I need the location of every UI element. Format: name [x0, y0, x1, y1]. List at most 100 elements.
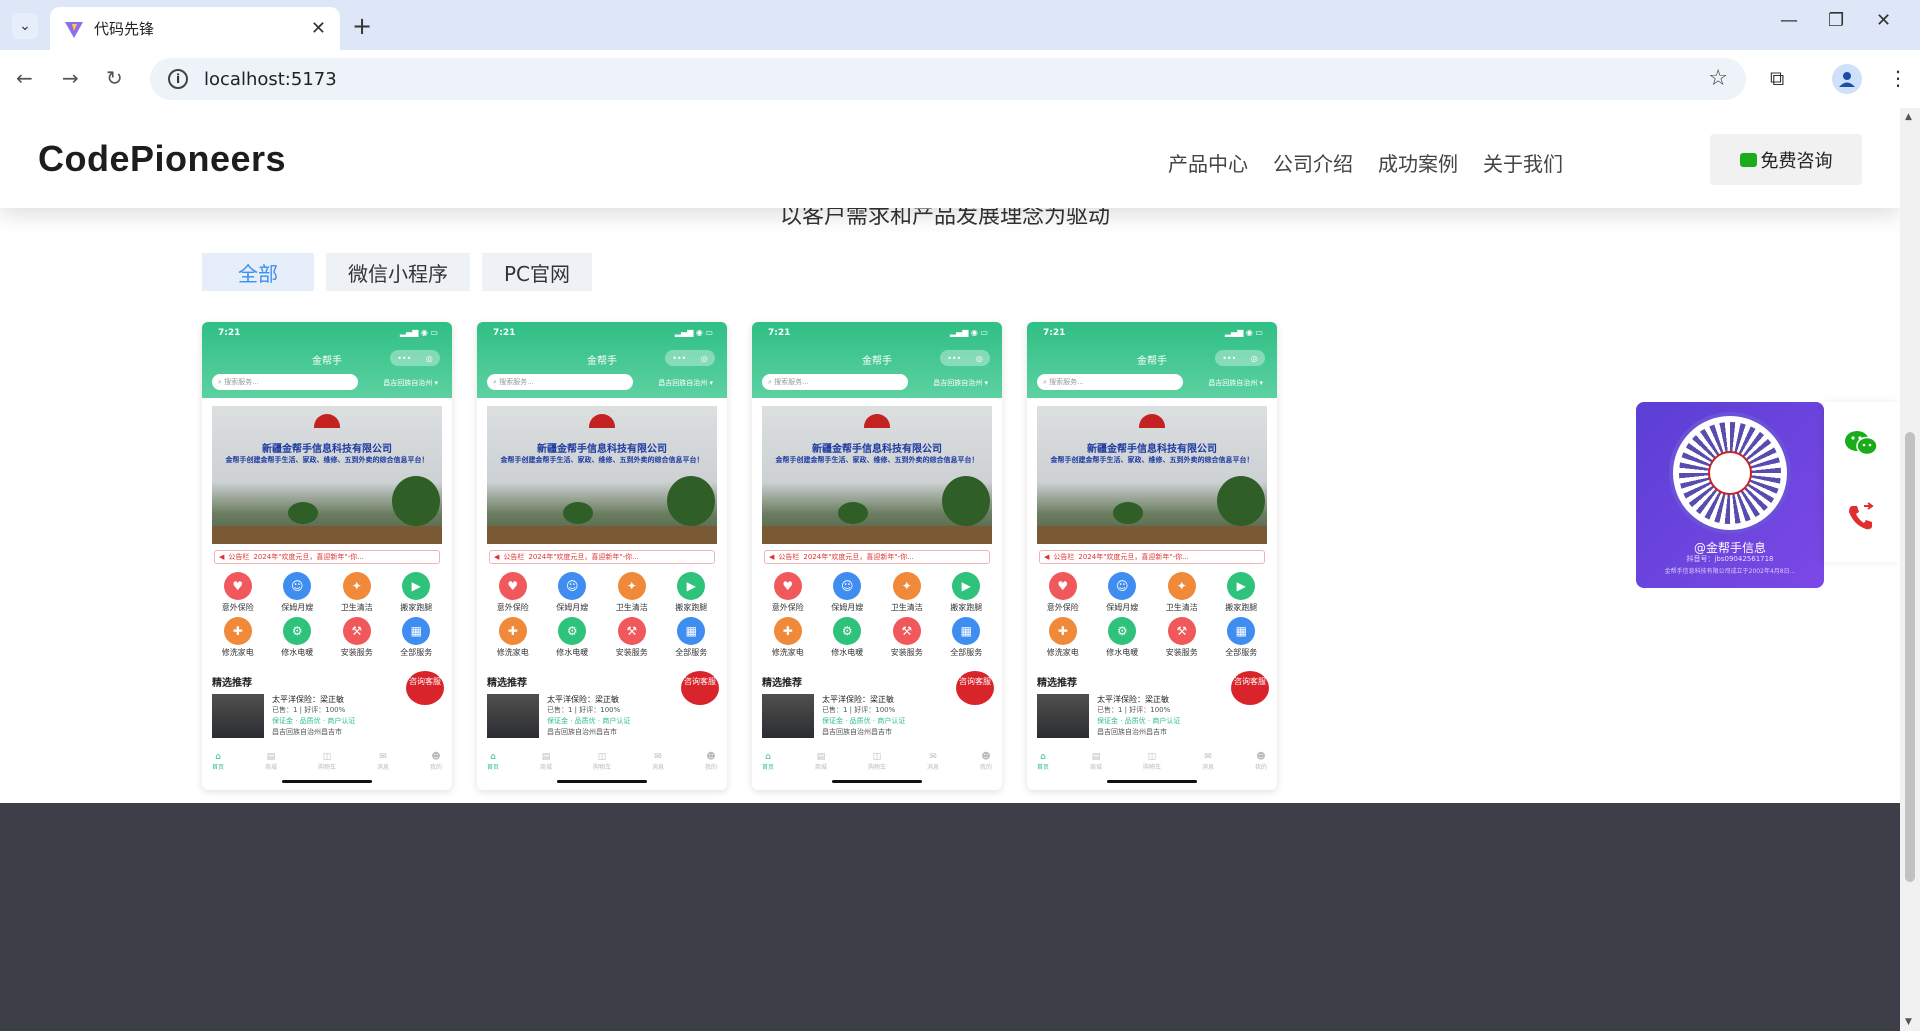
- service-item: ▶ 搬家跑腿: [387, 572, 447, 613]
- window-close-icon[interactable]: ✕: [1876, 10, 1891, 31]
- extensions-icon[interactable]: ⧉: [1770, 66, 1784, 90]
- nav-item-about[interactable]: 关于我们: [1483, 148, 1563, 177]
- new-tab-button[interactable]: +: [352, 12, 372, 40]
- section-title: 精选推荐: [762, 678, 802, 689]
- restore-icon[interactable]: ❐: [1828, 10, 1844, 31]
- service-label: 保姆月嫂: [831, 603, 864, 612]
- filter-pc-website[interactable]: PC官网: [482, 253, 593, 291]
- case-card[interactable]: 7:21 ▂▄▆ ◉ ▭ 金帮手 ••• ◎ ⌕ 搜索服务... 昌吉回族自治州 …: [1027, 322, 1277, 790]
- service-label: 全部服务: [400, 648, 433, 657]
- bookmark-star-icon[interactable]: ☆: [1708, 66, 1728, 91]
- site-logo[interactable]: CodePioneers: [38, 138, 286, 180]
- service-icon: ▦: [677, 617, 706, 645]
- service-grid: ♥ 意外保险 ☺ 保姆月嫂 ✦ 卫生清洁 ▶ 搬家跑腿 ✚ 修洗家电 ⚙ 修水电暖 ⚒ 安装服务 ▦ 全部服务: [1033, 572, 1271, 658]
- phone-call-icon[interactable]: [1846, 502, 1876, 532]
- service-item: ☺ 保姆月嫂: [543, 572, 603, 613]
- app-search: ⌕ 搜索服务...: [1037, 374, 1183, 390]
- service-label: 全部服务: [1225, 648, 1258, 657]
- tab-close-icon[interactable]: ✕: [311, 18, 326, 39]
- tab-search-chevron-icon[interactable]: ⌄: [12, 13, 38, 39]
- city-select: 昌吉回族自治州 ▾: [383, 379, 438, 387]
- service-label: 卫生清洁: [340, 603, 373, 612]
- service-icon: ▶: [677, 572, 706, 600]
- reload-icon[interactable]: ↻: [106, 66, 123, 90]
- signal-battery-icon: ▂▄▆ ◉ ▭: [1224, 328, 1263, 337]
- phone-tab-item: ⌂ 首页: [762, 752, 775, 771]
- service-icon: ▶: [402, 572, 431, 600]
- phone-tab-item: ◫ 购物车: [867, 752, 886, 771]
- service-label: 全部服务: [675, 648, 708, 657]
- phone-tab-item: ☻ 我的: [429, 752, 442, 771]
- section-title: 精选推荐: [212, 678, 252, 689]
- profile-avatar[interactable]: [1832, 64, 1862, 94]
- page-scrollbar[interactable]: ▲ ▼: [1900, 108, 1920, 1031]
- service-item: ♥ 意外保险: [758, 572, 818, 613]
- service-icon: ▦: [952, 617, 981, 645]
- service-item: ✦ 卫生清洁: [1152, 572, 1212, 613]
- wechat-icon[interactable]: [1844, 430, 1878, 456]
- scroll-down-icon[interactable]: ▼: [1905, 1017, 1912, 1027]
- service-icon: ♥: [498, 572, 527, 600]
- service-item: ✚ 修洗家电: [1033, 617, 1093, 658]
- status-time: 7:21: [493, 328, 516, 338]
- service-label: 全部服务: [950, 648, 983, 657]
- phone-tab-item: ◫ 购物车: [1142, 752, 1161, 771]
- profile-icon: [1839, 72, 1855, 87]
- service-label: 搬家跑腿: [950, 603, 983, 612]
- case-card[interactable]: 7:21 ▂▄▆ ◉ ▭ 金帮手 ••• ◎ ⌕ 搜索服务... 昌吉回族自治州 …: [752, 322, 1002, 790]
- case-card[interactable]: 7:21 ▂▄▆ ◉ ▭ 金帮手 ••• ◎ ⌕ 搜索服务... 昌吉回族自治州 …: [202, 322, 452, 790]
- back-icon[interactable]: ←: [16, 66, 33, 90]
- notice-bar: ◀ 公告栏 2024年"欢度元旦，喜迎新年"-你...: [764, 550, 990, 564]
- site-info-icon[interactable]: i: [168, 69, 188, 89]
- phone-tab-item: ⌂ 首页: [212, 752, 225, 771]
- listing-info: 太平洋保险：梁正敏 已售：1 | 好评：100% 保证金 · 品质优 · 商户认…: [547, 695, 631, 736]
- service-item: ⚒ 安装服务: [1152, 617, 1212, 658]
- banner-image: 新疆金帮手信息科技有限公司 金帮手创建金帮手生活、家政、维修、五到外卖的综合信息…: [212, 406, 442, 544]
- nav-item-products[interactable]: 产品中心: [1168, 148, 1248, 177]
- service-icon: ♥: [223, 572, 252, 600]
- service-icon: ⚒: [342, 617, 371, 645]
- signal-battery-icon: ▂▄▆ ◉ ▭: [399, 328, 438, 337]
- service-label: 搬家跑腿: [400, 603, 433, 612]
- service-icon: ⚒: [1167, 617, 1196, 645]
- service-grid: ♥ 意外保险 ☺ 保姆月嫂 ✦ 卫生清洁 ▶ 搬家跑腿 ✚ 修洗家电 ⚙ 修水电暖 ⚒ 安装服务 ▦ 全部服务: [483, 572, 721, 658]
- service-icon: ☺: [283, 572, 312, 600]
- phone-tab-item: ▤ 商城: [814, 752, 827, 771]
- service-label: 搬家跑腿: [675, 603, 708, 612]
- phone-tab-item: ☻ 我的: [704, 752, 717, 771]
- more-menu-icon[interactable]: ⋮: [1888, 66, 1908, 90]
- scrollbar-thumb[interactable]: [1905, 432, 1915, 882]
- service-icon: ✦: [617, 572, 646, 600]
- service-item: ✦ 卫生清洁: [877, 572, 937, 613]
- service-item: ♥ 意外保险: [483, 572, 543, 613]
- tab-title: 代码先锋: [94, 20, 155, 38]
- service-icon: ☺: [833, 572, 862, 600]
- service-label: 意外保险: [771, 603, 804, 612]
- site-footer: [0, 803, 1900, 1031]
- minimize-icon[interactable]: —: [1780, 10, 1798, 31]
- service-label: 意外保险: [496, 603, 529, 612]
- service-label: 修水电暖: [281, 648, 314, 657]
- phone-tab-item: ▤ 商城: [264, 752, 277, 771]
- case-card[interactable]: 7:21 ▂▄▆ ◉ ▭ 金帮手 ••• ◎ ⌕ 搜索服务... 昌吉回族自治州 …: [477, 322, 727, 790]
- forward-icon[interactable]: →: [62, 66, 79, 90]
- address-bar[interactable]: i localhost:5173 ☆: [150, 58, 1746, 100]
- service-item: ▦ 全部服务: [937, 617, 997, 658]
- listing-photo: [212, 694, 264, 738]
- free-consult-button[interactable]: 免费咨询: [1710, 134, 1862, 185]
- service-icon: ✦: [342, 572, 371, 600]
- filter-all[interactable]: 全部: [202, 253, 314, 291]
- banner-company: 新疆金帮手信息科技有限公司: [262, 444, 392, 455]
- nav-item-cases[interactable]: 成功案例: [1378, 148, 1458, 177]
- scroll-up-icon[interactable]: ▲: [1905, 112, 1912, 122]
- service-item: ✦ 卫生清洁: [602, 572, 662, 613]
- phone-tab-item: ▤ 商城: [1089, 752, 1102, 771]
- service-label: 安装服务: [1165, 648, 1198, 657]
- phone-tab-item: ✉ 消息: [926, 752, 939, 771]
- service-icon: ⚙: [1108, 617, 1137, 645]
- browser-tab[interactable]: 代码先锋 ✕: [50, 7, 340, 50]
- phone-tab-item: ⌂ 首页: [1037, 752, 1050, 771]
- filter-wechat-miniprogram[interactable]: 微信小程序: [326, 253, 470, 291]
- home-indicator: [282, 780, 372, 783]
- nav-item-company[interactable]: 公司介绍: [1273, 148, 1353, 177]
